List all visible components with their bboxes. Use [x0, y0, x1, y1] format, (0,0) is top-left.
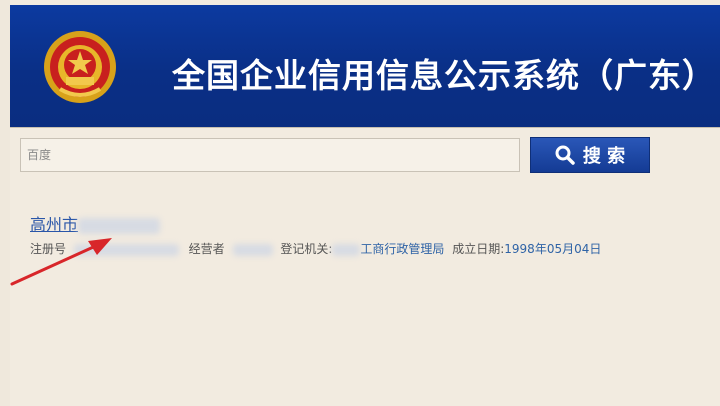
founded-date: 1998年05月04日: [504, 242, 602, 256]
result-company-link[interactable]: 高州市: [30, 211, 161, 235]
redacted-reg-no: [73, 243, 179, 256]
authority-value: 工商行政管理局: [360, 242, 445, 256]
photo-edge: [0, 0, 10, 406]
result-company-name: 高州市: [30, 215, 79, 234]
authority-label: 登记机关:: [280, 242, 333, 256]
national-emblem-icon: [44, 31, 116, 103]
site-header: 全国企业信用信息公示系统（广东）: [10, 5, 720, 128]
search-button-label: 搜 索: [582, 146, 626, 167]
redacted-company-name: [78, 217, 161, 234]
site-title: 全国企业信用信息公示系统（广东）: [172, 56, 716, 95]
result-meta: 注册号 经营者 登记机关: 工商行政管理局 成立日期:1998年05月04日: [30, 240, 601, 257]
search-icon: [555, 145, 575, 165]
founded-label: 成立日期:: [452, 242, 505, 256]
redacted-authority: [332, 243, 361, 256]
search-button[interactable]: 搜 索: [530, 137, 650, 173]
operator-label: 经营者: [188, 242, 225, 256]
search-input[interactable]: [20, 138, 520, 172]
reg-no-label: 注册号: [30, 242, 67, 256]
redacted-operator: [232, 243, 273, 256]
